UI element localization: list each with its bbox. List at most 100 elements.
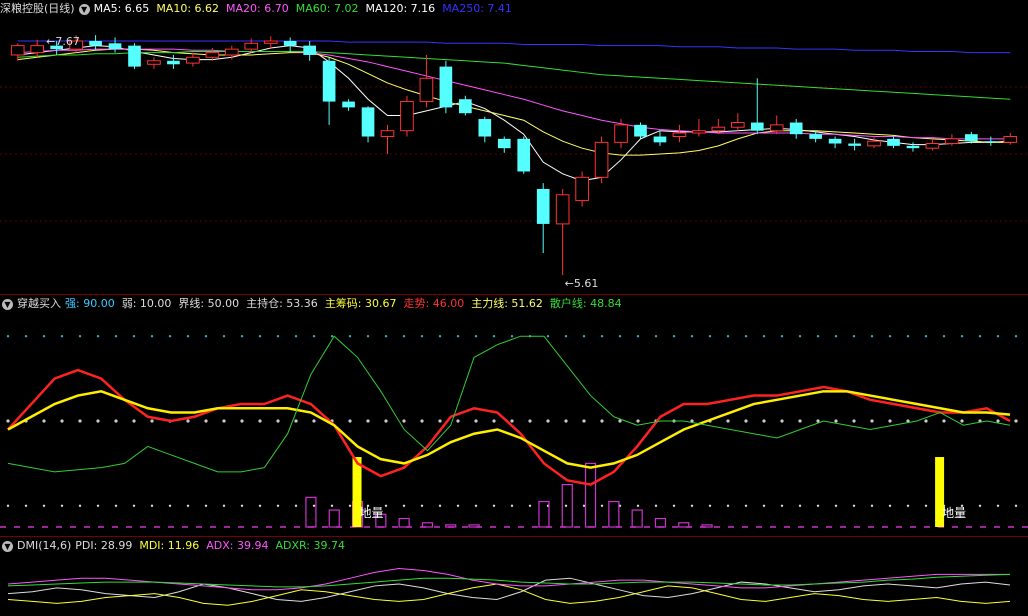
level-dot [258,504,262,507]
level-dot [906,504,910,507]
level-dot [204,335,208,338]
level-dot [708,335,712,338]
level-dot [78,419,82,423]
level-dot [312,504,316,507]
level-dot [528,504,532,507]
candle-body-down [634,124,647,137]
level-dot [780,335,784,338]
dmi-line-MDI [7,583,1011,606]
level-dot [6,419,10,423]
level-dot [492,335,496,338]
volume-label: 地量 [942,506,966,520]
level-dot [960,419,964,423]
level-dot [348,504,352,507]
level-dot [456,335,460,338]
level-dot [942,335,946,338]
level-dot [978,335,982,338]
level-dot [258,419,262,423]
level-dot [366,335,370,338]
level-dot [510,419,514,423]
signal-chart: 地量 地量 [0,335,1028,528]
level-dot [654,335,658,338]
level-dot [762,504,766,507]
level-dot [222,504,226,507]
level-dot [96,419,100,423]
level-dot [204,504,208,507]
level-dot [438,419,442,423]
level-dot [312,419,316,423]
level-dot [510,504,514,507]
candle-body-down [828,138,842,144]
level-dot [60,335,64,338]
candle-body-up [614,124,628,143]
level-dot [672,504,676,507]
candle-body-up [730,122,745,128]
chip-bar [305,496,317,528]
candle-body-up [711,126,726,132]
level-dot [618,335,622,338]
candle-body-down [478,119,492,137]
level-dot [438,504,442,507]
chip-bar [631,509,643,528]
candle-body-up [419,77,434,103]
candle-body-up [769,124,784,132]
level-dot [276,419,280,423]
level-dot [186,419,190,423]
level-dot [870,504,874,507]
ma-line-MA60 [17,50,1011,100]
level-dot [42,504,46,507]
level-dot [726,335,730,338]
level-dot [834,504,838,507]
candle-body-up [147,60,161,65]
level-dot [996,504,1000,507]
candle-body-up [380,130,395,138]
level-dot [870,335,874,338]
level-dot [582,419,586,423]
level-dot [294,419,298,423]
level-dot [96,504,100,507]
level-dot [330,504,334,507]
level-dot [42,419,46,423]
candle-body-up [945,138,959,145]
level-dot [564,419,568,423]
level-dot [870,419,874,423]
candle-body-down [497,138,511,149]
level-dot [150,335,154,338]
dmi-line-PDI [7,577,1011,602]
level-dot [402,504,406,507]
candle-body-down [167,60,180,65]
level-dot [888,335,892,338]
level-dot [690,504,694,507]
level-dot [276,335,280,338]
candle-body-up [1003,136,1018,143]
candle-body-down [303,45,316,55]
candle-body-down [361,107,375,137]
level-dot [798,504,802,507]
candle-body-down [848,143,861,146]
candle-body-down [653,136,667,143]
candle-body-up [555,194,570,225]
level-dot [762,419,766,423]
level-dot [996,335,1000,338]
candle-body-down [809,134,822,139]
level-dot [384,504,388,507]
level-dot [60,504,64,507]
candle-body-up [224,48,239,56]
volume-label: 地量 [360,506,384,520]
level-dot [744,335,748,338]
level-dot [852,504,856,507]
candle-body-down [439,66,453,108]
level-dot [258,335,262,338]
level-dot [222,335,226,338]
level-dot [384,335,388,338]
level-dot [348,419,352,423]
level-dot [888,504,892,507]
candle-body-down [128,45,141,67]
candle-body-down [965,134,978,142]
level-dot [240,504,244,507]
level-dot [654,504,658,507]
level-dot [384,419,388,423]
level-dot [672,335,676,338]
level-dot [330,335,334,338]
series-line-主力线 [7,390,1011,469]
